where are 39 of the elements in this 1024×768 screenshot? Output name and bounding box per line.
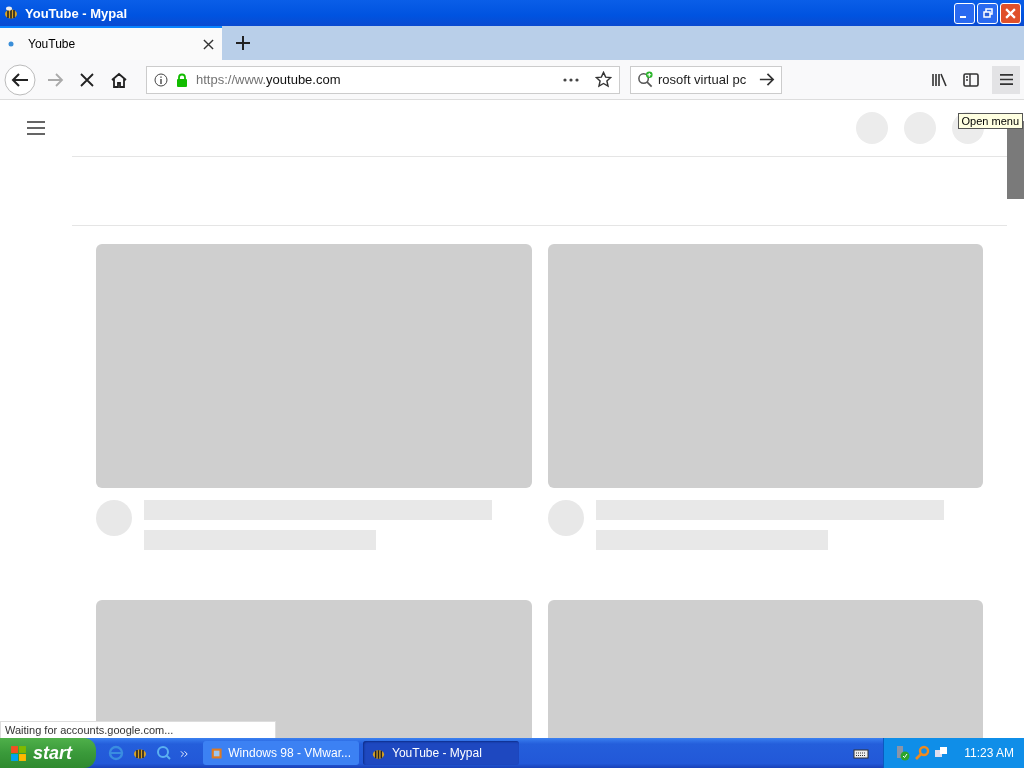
status-text: Waiting for accounts.google.com... (0, 721, 276, 738)
start-button[interactable]: start (0, 738, 96, 768)
go-arrow-icon[interactable] (758, 71, 775, 88)
more-icon[interactable] (562, 77, 580, 82)
back-button[interactable] (4, 63, 36, 96)
taskbar-button[interactable]: Windows 98 - VMwar... (203, 741, 359, 765)
star-icon[interactable] (595, 71, 612, 88)
search-icon[interactable] (156, 745, 172, 761)
browser-tab[interactable]: YouTube (0, 26, 222, 60)
search-field[interactable]: rosoft virtual pc (630, 65, 782, 94)
bee-icon (3, 5, 19, 21)
keyboard-icon[interactable] (853, 747, 870, 759)
minimize-icon (960, 15, 966, 18)
close-button[interactable] (1000, 2, 1021, 24)
close-icon (1005, 7, 1016, 19)
restore-icon (982, 8, 993, 18)
close-tab-icon[interactable] (203, 38, 214, 50)
window-title: YouTube - Mypal (25, 5, 129, 21)
chevron-icon[interactable] (180, 750, 189, 758)
taskbar-button[interactable]: YouTube - Mypal (363, 741, 519, 765)
new-tab-icon[interactable] (236, 36, 250, 50)
minimize-button[interactable] (954, 2, 975, 24)
windows-logo-icon (10, 744, 27, 762)
home-icon[interactable] (110, 70, 128, 89)
menu-button[interactable] (992, 65, 1020, 94)
menu-icon[interactable] (27, 121, 45, 135)
clock: 11:23 AM (964, 746, 1014, 760)
lock-icon (175, 72, 189, 87)
info-icon[interactable] (154, 72, 168, 87)
restore-button[interactable] (977, 2, 998, 24)
stop-icon[interactable] (78, 70, 96, 89)
shield-check-icon[interactable] (894, 745, 911, 761)
tooltip: Open menu (957, 113, 1023, 129)
url-text: https://www.youtube.com (196, 72, 342, 87)
search-icon (637, 71, 654, 88)
address-bar[interactable]: https://www.youtube.com (146, 65, 620, 94)
sidebar-icon[interactable] (962, 70, 980, 89)
loading-dot-icon (8, 41, 14, 47)
menu-icon (998, 73, 1014, 86)
